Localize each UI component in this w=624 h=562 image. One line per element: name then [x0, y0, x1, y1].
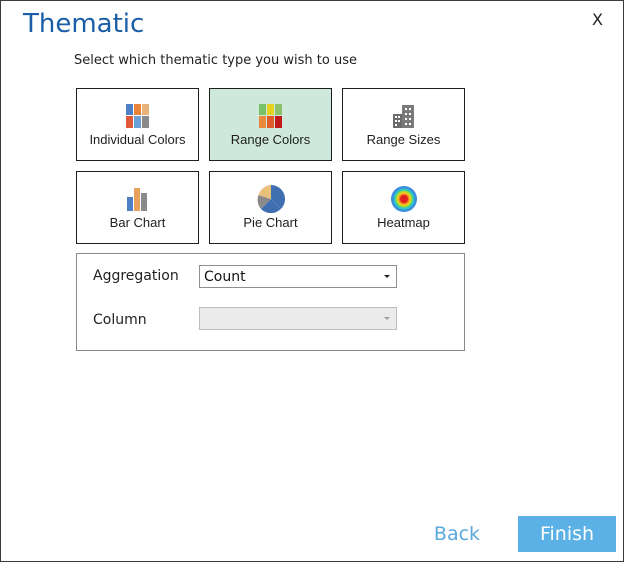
- settings-panel: Aggregation Count Column: [76, 253, 465, 351]
- aggregation-value: Count: [204, 269, 246, 285]
- tile-label: Individual Colors: [89, 132, 186, 147]
- column-select[interactable]: [199, 307, 397, 330]
- back-button[interactable]: Back: [428, 519, 486, 549]
- tile-range-sizes[interactable]: Range Sizes: [342, 88, 465, 161]
- tile-label: Range Sizes: [366, 132, 441, 147]
- tile-label: Bar Chart: [109, 215, 166, 230]
- chevron-down-icon: [384, 275, 390, 278]
- range-colors-icon: [258, 104, 282, 128]
- range-sizes-icon: [392, 105, 414, 128]
- dialog-title: Thematic: [23, 9, 145, 39]
- chevron-down-icon: [384, 317, 390, 320]
- tile-individual-colors[interactable]: Individual Colors: [76, 88, 199, 161]
- dialog-subtitle: Select which thematic type you wish to u…: [74, 53, 357, 68]
- heatmap-icon: [390, 186, 417, 212]
- finish-button[interactable]: Finish: [518, 516, 616, 552]
- aggregation-select[interactable]: Count: [199, 265, 397, 288]
- tile-label: Pie Chart: [243, 215, 298, 230]
- tile-range-colors[interactable]: Range Colors: [209, 88, 332, 161]
- tile-label: Range Colors: [230, 132, 311, 147]
- individual-colors-icon: [125, 104, 149, 128]
- tile-heatmap[interactable]: Heatmap: [342, 171, 465, 244]
- column-label: Column: [93, 312, 147, 328]
- thematic-dialog: Thematic X Select which thematic type yo…: [0, 0, 624, 562]
- bar-chart-icon: [126, 188, 147, 211]
- tile-pie-chart[interactable]: Pie Chart: [209, 171, 332, 244]
- close-button[interactable]: X: [592, 10, 606, 29]
- tile-label: Heatmap: [377, 215, 430, 230]
- aggregation-label: Aggregation: [93, 268, 179, 284]
- pie-chart-icon: [257, 185, 285, 213]
- tile-bar-chart[interactable]: Bar Chart: [76, 171, 199, 244]
